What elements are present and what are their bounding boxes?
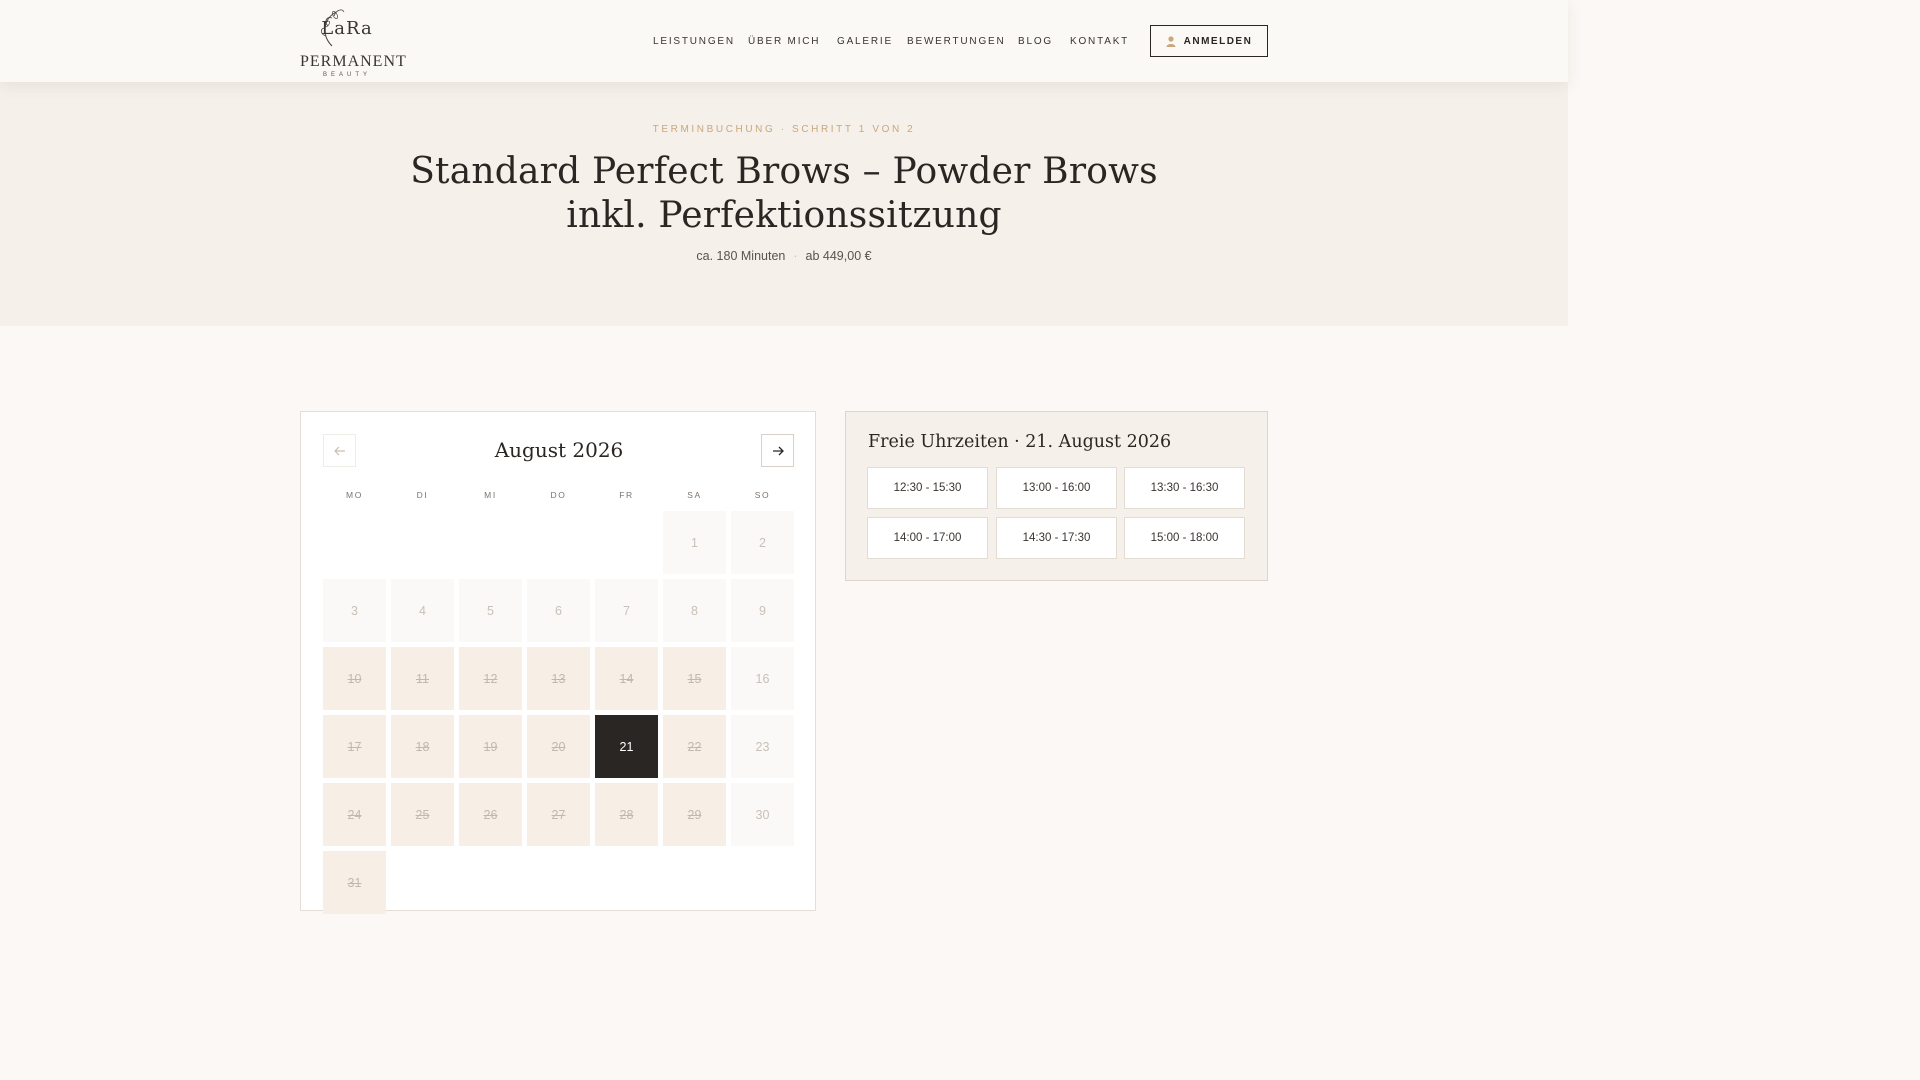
logo-line-beauty: BEAUTY (322, 72, 371, 78)
nav-blog[interactable]: BLOG (1018, 36, 1053, 47)
logo[interactable]: LaRa PERMANENT BEAUTY (300, 6, 407, 78)
meta-separator: · (793, 249, 798, 263)
nav-ueber-mich[interactable]: ÜBER MICH (748, 36, 820, 47)
weekday-label: FR (619, 490, 634, 500)
calendar-day[interactable]: 3 (323, 579, 386, 642)
login-button-label: ANMELDEN (1183, 35, 1253, 47)
page-title: Standard Perfect Brows – Powder Brows in… (410, 151, 1158, 236)
time-slot[interactable]: 15:00 - 18:00 (1124, 517, 1245, 559)
calendar-day[interactable]: 20 (527, 715, 590, 778)
calendar-day[interactable]: 27 (527, 783, 590, 846)
next-month-button[interactable] (761, 434, 794, 467)
nav-bewertungen[interactable]: BEWERTUNGEN (907, 36, 1006, 47)
nav-galerie[interactable]: GALERIE (837, 36, 893, 47)
time-slot[interactable]: 13:30 - 16:30 (1124, 467, 1245, 509)
calendar-day[interactable]: 12 (459, 647, 522, 710)
calendar-day[interactable]: 7 (595, 579, 658, 642)
calendar-day[interactable]: 11 (391, 647, 454, 710)
calendar-day[interactable]: 5 (459, 579, 522, 642)
arrow-right-icon (772, 446, 784, 455)
service-meta: ca. 180 Minuten · ab 449,00 € (0, 249, 1568, 263)
calendar-day[interactable]: 26 (459, 783, 522, 846)
time-slot[interactable]: 13:00 - 16:00 (996, 467, 1117, 509)
calendar-day[interactable]: 8 (663, 579, 726, 642)
calendar-day[interactable]: 2 (731, 511, 794, 574)
logo-wordmark: LaRa (321, 18, 373, 39)
calendar-day[interactable]: 19 (459, 715, 522, 778)
logo-line-permanent: PERMANENT (300, 53, 407, 70)
calendar-day[interactable]: 23 (731, 715, 794, 778)
calendar-day[interactable]: 29 (663, 783, 726, 846)
weekday-label: MO (346, 490, 363, 500)
weekday-label: DO (550, 490, 567, 500)
nav-leistungen[interactable]: LEISTUNGEN (653, 36, 735, 47)
time-slot[interactable]: 14:30 - 17:30 (996, 517, 1117, 559)
time-slot[interactable]: 14:00 - 17:00 (867, 517, 988, 559)
calendar-day[interactable]: 30 (731, 783, 794, 846)
calendar-day[interactable]: 9 (731, 579, 794, 642)
site-header: LaRa PERMANENT BEAUTY LEISTUNGEN ÜBER MI… (0, 0, 1568, 82)
month-label: August 2026 (494, 438, 624, 462)
time-slot[interactable]: 12:30 - 15:30 (867, 467, 988, 509)
service-price: ab 449,00 € (805, 249, 872, 263)
user-icon (1166, 35, 1176, 47)
calendar-day[interactable]: 18 (391, 715, 454, 778)
time-slots-title: Freie Uhrzeiten · 21. August 2026 (868, 432, 1172, 452)
calendar-day[interactable]: 4 (391, 579, 454, 642)
service-duration: ca. 180 Minuten (696, 249, 786, 263)
weekday-label: MI (484, 490, 497, 500)
weekday-label: SA (687, 490, 702, 500)
login-button[interactable]: ANMELDEN (1150, 25, 1268, 57)
calendar-day-selected[interactable]: 21 (595, 715, 658, 778)
weekday-label: SO (754, 490, 771, 500)
calendar-day[interactable]: 22 (663, 715, 726, 778)
calendar-day[interactable]: 17 (323, 715, 386, 778)
calendar-day[interactable]: 15 (663, 647, 726, 710)
calendar-day[interactable]: 28 (595, 783, 658, 846)
calendar-day[interactable]: 31 (323, 851, 386, 914)
calendar-day[interactable]: 10 (323, 647, 386, 710)
weekday-label: DI (416, 490, 429, 500)
booking-step-label: TERMINBUCHUNG · SCHRITT 1 VON 2 (652, 124, 916, 135)
calendar-day[interactable]: 25 (391, 783, 454, 846)
calendar-day[interactable]: 6 (527, 579, 590, 642)
calendar-day[interactable]: 24 (323, 783, 386, 846)
calendar-day[interactable]: 1 (663, 511, 726, 574)
calendar-day[interactable]: 16 (731, 647, 794, 710)
time-slots-card: Freie Uhrzeiten · 21. August 2026 12:30 … (845, 411, 1268, 581)
calendar-card: August 2026 MO DI MI DO FR SA SO 1 2 3 4 5 6 7 8 9 10 11… (300, 411, 816, 914)
calendar-day[interactable]: 13 (527, 647, 590, 710)
nav-kontakt[interactable]: KONTAKT (1070, 36, 1129, 47)
calendar-day[interactable]: 14 (595, 647, 658, 710)
